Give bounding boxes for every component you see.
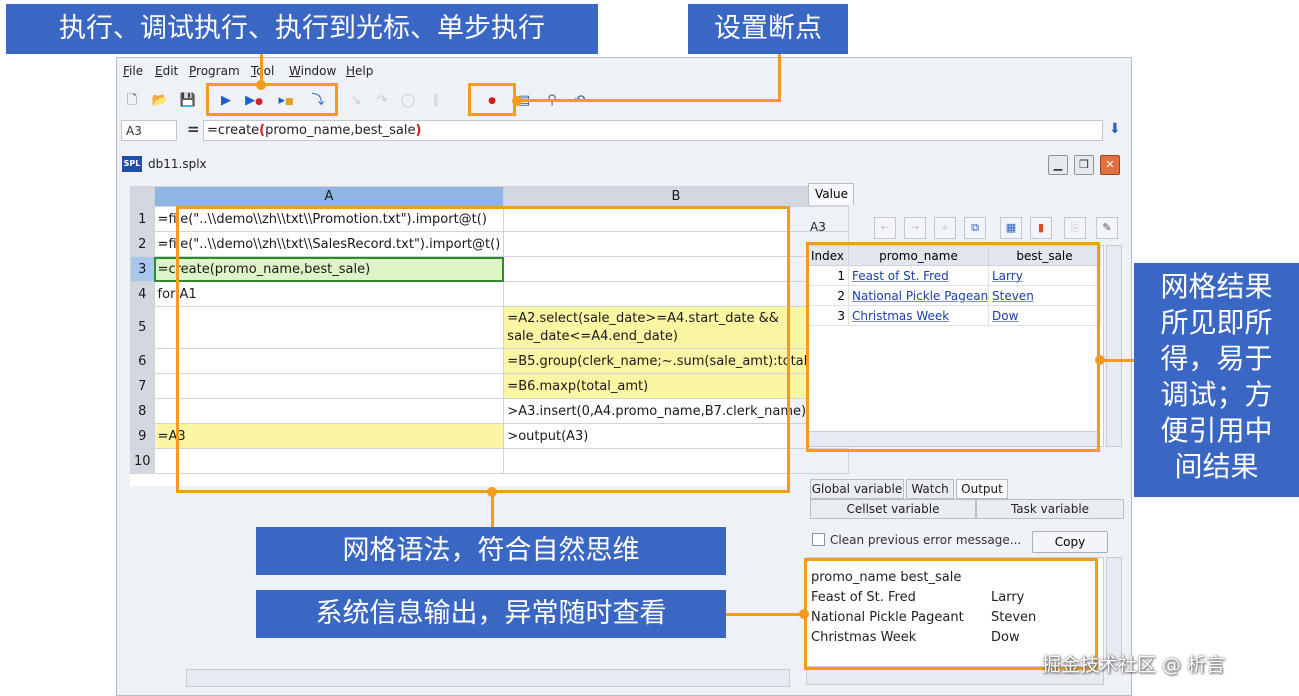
row-header[interactable]: 2 (130, 231, 155, 257)
leader-dot (799, 609, 809, 619)
back-icon: ← (874, 217, 896, 239)
grid-highlight (176, 206, 790, 493)
leader-dot (256, 80, 266, 90)
open-folder-icon[interactable]: 📂 (151, 92, 169, 110)
menu-program[interactable]: Program (189, 64, 240, 78)
watermark: 掘金技术社区 @ 析言 (1042, 654, 1226, 676)
tab-cellset-variable[interactable]: Cellset variable (810, 499, 976, 519)
minimize-icon[interactable]: ▁ (1048, 155, 1068, 175)
menu-file[interactable]: File (123, 64, 143, 78)
clean-error-label: Clean previous error message... (830, 533, 1022, 547)
leader-dot (512, 96, 522, 106)
locate-icon: ⌖ (934, 217, 956, 239)
table-view-icon[interactable]: ▦ (1000, 217, 1022, 239)
spl-file-icon: SPL (122, 156, 142, 172)
expand-down-icon[interactable]: ⬇ (1109, 121, 1121, 137)
callout-grid-syntax: 网格语法，符合自然思维 (256, 527, 726, 575)
copy-value-icon[interactable]: ⧉ (964, 217, 986, 239)
leader-dot (1095, 355, 1105, 365)
callout-breakpoint: 设置断点 (688, 4, 848, 54)
pause-icon: ◯ (400, 93, 416, 108)
value-cell-ref: A3 (810, 220, 826, 234)
tab-watch[interactable]: Watch (906, 479, 954, 499)
export-icon: ⎘ (1064, 217, 1086, 239)
menu-bar: File Edit Program Tool Window Help (117, 60, 1129, 82)
breakpoint-highlight (468, 83, 516, 116)
clean-error-checkbox[interactable] (812, 533, 825, 546)
row-header[interactable]: 1 (130, 206, 155, 232)
row-header[interactable]: 9 (130, 423, 155, 449)
row-header[interactable]: 8 (130, 398, 155, 424)
leader-line (726, 613, 806, 616)
value-vertical-scrollbar[interactable] (1106, 245, 1122, 447)
tab-output[interactable]: Output (956, 479, 1008, 499)
row-header[interactable]: 4 (130, 281, 155, 307)
row-header[interactable]: 6 (130, 348, 155, 374)
equals-icon: = (187, 120, 200, 138)
tab-value[interactable]: Value (808, 183, 854, 205)
value-table-highlight (806, 242, 1100, 452)
step-over-icon: ↷ (376, 93, 388, 108)
grid-horizontal-scrollbar[interactable] (186, 669, 790, 687)
file-tab[interactable]: SPL db11.splx (120, 153, 230, 177)
forward-icon: → (904, 217, 926, 239)
pin-icon[interactable]: ✎ (1096, 217, 1118, 239)
row-header[interactable]: 7 (130, 373, 155, 399)
file-tab-label: db11.splx (148, 157, 207, 171)
chart-icon[interactable]: ▮ (1030, 217, 1052, 239)
callout-run-modes: 执行、调试执行、执行到光标、单步执行 (6, 4, 598, 54)
column-header-a[interactable]: A (153, 186, 505, 207)
menu-help[interactable]: Help (346, 64, 373, 78)
formula-close-paren: ) (415, 123, 422, 138)
leader-line (1100, 359, 1134, 362)
formula-args: promo_name,best_sale (265, 123, 416, 138)
callout-system-output: 系统信息输出，异常随时查看 (256, 590, 726, 638)
save-icon[interactable]: 💾 (179, 92, 197, 110)
cell-reference-field[interactable]: A3 (121, 120, 177, 141)
leader-dot (487, 487, 497, 497)
restore-icon[interactable]: ❐ (1074, 155, 1094, 175)
leader-line (778, 54, 781, 102)
stop-icon: ∥ (432, 93, 440, 108)
column-header-b[interactable]: B (503, 186, 849, 207)
clean-error-option[interactable]: Clean previous error message... (812, 533, 1021, 547)
formula-prefix: =create (207, 123, 260, 138)
corner-cell (130, 186, 155, 207)
menu-window[interactable]: Window (289, 64, 336, 78)
formula-input[interactable]: =create(promo_name,best_sale) (203, 120, 1103, 141)
row-header[interactable]: 5 (130, 306, 155, 349)
menu-edit[interactable]: Edit (155, 64, 178, 78)
new-file-icon[interactable]: 🗋 (123, 92, 141, 110)
run-buttons-highlight (206, 83, 338, 116)
step-into-icon: ↘ (350, 93, 362, 108)
row-header[interactable]: 10 (130, 448, 155, 474)
tab-task-variable[interactable]: Task variable (976, 499, 1124, 519)
row-header[interactable]: 3 (130, 256, 155, 282)
tab-global-variable[interactable]: Global variable (810, 479, 904, 499)
copy-button[interactable]: Copy (1032, 531, 1108, 553)
leader-line (491, 493, 494, 527)
formula-bar: A3 = =create(promo_name,best_sale) ⬇ (117, 118, 1129, 143)
callout-grid-result: 网格结果所见即所得，易于调试；方便引用中间结果 (1134, 263, 1299, 497)
leader-line (516, 99, 781, 102)
close-icon[interactable]: ✕ (1100, 155, 1120, 175)
